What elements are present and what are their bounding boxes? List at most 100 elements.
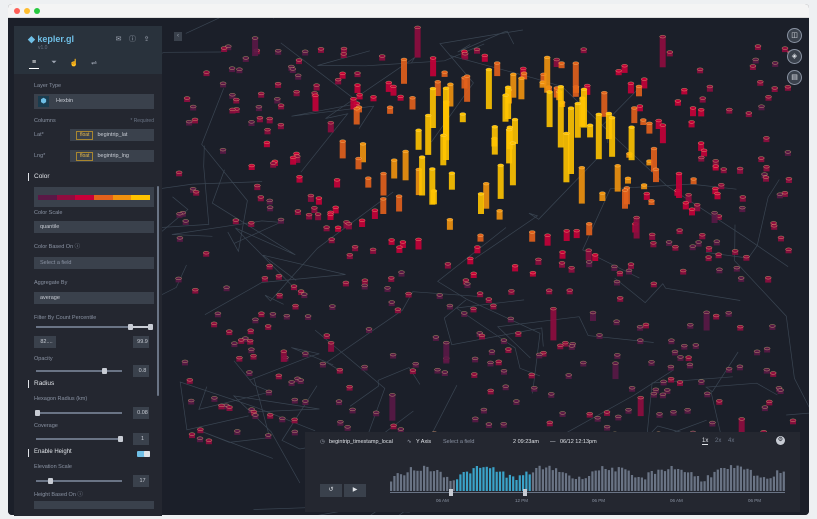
hexbin-column[interactable] [185,120,193,126]
hexbin-column[interactable] [781,46,789,53]
hexbin-column[interactable] [611,264,618,271]
hexbin-column[interactable] [716,399,723,405]
hexbin-column[interactable] [704,391,711,398]
hexbin-column[interactable] [279,416,286,423]
hexbin-column[interactable] [713,313,720,320]
mail-icon[interactable]: ✉ [114,35,123,44]
hexbin-column[interactable] [327,121,334,133]
help-icon[interactable]: ⓘ [75,244,81,250]
hexbin-column[interactable] [743,255,750,261]
hexbin-column[interactable] [616,270,624,277]
hexbin-column[interactable] [703,310,710,331]
hexbin-column[interactable] [446,218,454,230]
hexbin-column[interactable] [725,367,733,373]
lat-field-select[interactable]: float begintrip_lat [70,129,154,141]
hexbin-column[interactable] [470,271,477,278]
hexbin-column[interactable] [226,405,233,411]
hexbin-column[interactable] [625,408,632,414]
hexbin-column[interactable] [414,25,421,58]
hexbin-column[interactable] [289,67,296,74]
color-palette-select[interactable] [34,187,154,207]
hexbin-column[interactable] [391,158,398,179]
hexbin-column[interactable] [255,105,263,112]
hexbin-column[interactable] [711,211,718,223]
hexbin-column[interactable] [565,373,572,379]
hexbin-column[interactable] [476,291,484,298]
reset-button[interactable]: ↺ [320,484,342,497]
hexbin-column[interactable] [544,55,551,93]
hexbin-column[interactable] [706,84,714,92]
hexbin-column[interactable] [700,148,708,157]
hexbin-column[interactable] [254,183,261,191]
hexbin-column[interactable] [336,368,343,374]
hexbin-column[interactable] [546,90,553,128]
hexbin-column[interactable] [502,384,509,391]
hexbin-column[interactable] [418,155,426,196]
hexbin-column[interactable] [596,333,603,339]
hexbin-column[interactable] [263,140,271,148]
hexbin-column[interactable] [777,388,784,394]
hexbin-column[interactable] [643,191,650,200]
hexbin-column[interactable] [508,289,515,295]
hexbin-column[interactable] [266,205,274,212]
hexbin-column[interactable] [214,311,222,318]
hexbin-column[interactable] [698,108,705,117]
hexbin-column[interactable] [188,398,195,405]
hexbin-column[interactable] [733,266,740,272]
range-end-handle[interactable] [523,489,527,496]
share-icon[interactable]: ⇪ [142,35,151,44]
hexbin-column[interactable] [627,81,635,94]
hexbin-column[interactable] [473,47,481,54]
hexbin-column[interactable] [631,106,638,124]
hexbin-column[interactable] [599,191,606,201]
percentile-max-input[interactable]: 99.9 [133,336,149,348]
hexbin-column[interactable] [369,247,377,254]
hexbin-column[interactable] [785,247,792,254]
split-map-icon[interactable]: ◫ [787,28,802,43]
hexbin-column[interactable] [344,425,351,431]
time-field-name[interactable]: begintrip_timestamp_local [329,439,393,445]
hexbin-column[interactable] [785,177,793,183]
hexbin-column[interactable] [474,245,481,254]
settings-icon[interactable]: ⚙ [776,436,785,445]
percentile-min-handle[interactable] [128,324,133,330]
hexbin-column[interactable] [339,71,346,79]
hexbin-column[interactable] [659,123,667,144]
hexbin-column[interactable] [715,252,722,259]
layer-type-select[interactable]: Hexbin [34,94,154,109]
hexbin-column[interactable] [379,54,386,61]
hexbin-column[interactable] [568,266,575,273]
hexbin-column[interactable] [205,438,213,445]
hexbin-column[interactable] [223,285,230,292]
hexbin-column[interactable] [511,264,519,272]
hexbin-column[interactable] [220,46,228,52]
hexbin-column[interactable] [771,86,778,93]
elevation-scale-handle[interactable] [48,478,53,484]
hexbin-column[interactable] [234,429,241,435]
hexbin-column[interactable] [665,240,673,247]
hexbin-column[interactable] [659,392,667,399]
hexbin-column[interactable] [640,183,648,190]
hex-radius-input[interactable]: 0.08 [133,407,149,419]
hexbin-column[interactable] [592,253,599,261]
hexbin-column[interactable] [546,420,553,427]
hexbin-column[interactable] [613,319,620,326]
hexbin-column[interactable] [290,284,298,291]
opacity-slider[interactable] [36,370,122,372]
elevation-scale-input[interactable]: 17 [133,475,149,487]
hexbin-column[interactable] [648,199,655,205]
hexbin-column[interactable] [182,219,189,225]
hexbin-column[interactable] [229,93,236,99]
hexbin-column[interactable] [228,66,236,73]
hexbin-column[interactable] [656,412,663,418]
hexbin-column[interactable] [248,163,255,170]
hexbin-column[interactable] [175,170,183,177]
hexbin-column[interactable] [275,274,283,280]
hexbin-column[interactable] [688,120,695,128]
hexbin-column[interactable] [649,232,656,240]
hexbin-column[interactable] [443,341,450,364]
hexbin-column[interactable] [229,107,236,114]
hexbin-column[interactable] [192,288,199,294]
hexbin-column[interactable] [258,91,265,98]
hexbin-column[interactable] [323,333,330,339]
